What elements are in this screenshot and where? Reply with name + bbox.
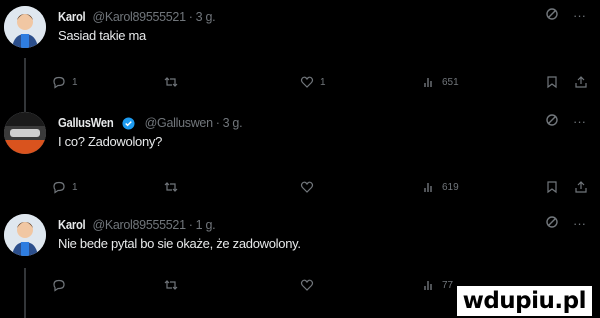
separator-dot: · <box>188 10 193 24</box>
retweet-icon <box>164 182 178 192</box>
views-button[interactable]: 77 <box>422 278 453 292</box>
tweet-top-actions: ··· <box>545 7 586 24</box>
tweet-time[interactable]: 3 g. <box>196 10 216 24</box>
like-button[interactable] <box>300 180 320 194</box>
avatar-image <box>4 112 46 154</box>
author-handle[interactable]: @Karol89555521 <box>92 10 186 24</box>
like-button[interactable]: 1 <box>300 75 326 89</box>
tweet-header: Karol @Karol89555521 · 3 g. <box>58 9 216 25</box>
author-handle[interactable]: @Galluswen <box>145 116 213 130</box>
tweet-text: I co? Zadowolony? <box>58 134 163 149</box>
reply-icon <box>53 181 65 194</box>
author-handle[interactable]: @Karol89555521 <box>92 218 186 232</box>
tweet-top-actions: ··· <box>545 215 586 232</box>
tweet-thread: Karol @Karol89555521 · 3 g. Sasiad takie… <box>0 0 600 318</box>
verified-badge-icon <box>122 116 135 130</box>
share-button[interactable] <box>574 180 588 194</box>
reply-button[interactable]: 1 <box>52 75 78 89</box>
author-name[interactable]: Karol <box>58 10 86 24</box>
like-icon <box>300 279 314 291</box>
thread-connector <box>24 58 26 116</box>
grok-icon[interactable] <box>545 113 559 130</box>
separator-dot: · <box>215 116 220 130</box>
reply-button[interactable]: 1 <box>52 180 78 194</box>
retweet-button[interactable] <box>164 180 184 194</box>
more-icon[interactable]: ··· <box>573 8 586 23</box>
views-icon <box>424 78 432 87</box>
reply-count: 1 <box>72 181 78 193</box>
bookmark-button[interactable] <box>545 180 559 194</box>
views-count: 619 <box>442 181 459 193</box>
avatar[interactable] <box>4 6 46 48</box>
share-icon <box>575 181 587 193</box>
tweet-time[interactable]: 1 g. <box>196 218 216 232</box>
author-name[interactable]: Karol <box>58 218 86 232</box>
tweet-header: Karol @Karol89555521 · 1 g. <box>58 217 216 233</box>
more-icon[interactable]: ··· <box>573 216 586 231</box>
tweet-time[interactable]: 3 g. <box>223 116 243 130</box>
reply-count: 1 <box>72 76 78 88</box>
avatar[interactable] <box>4 214 46 256</box>
views-button[interactable]: 619 <box>422 180 459 194</box>
reply-icon <box>53 279 65 292</box>
bookmark-icon <box>547 181 557 194</box>
thread-connector <box>24 268 26 318</box>
avatar-image <box>4 6 46 48</box>
retweet-button[interactable] <box>164 278 184 292</box>
like-icon <box>300 76 314 88</box>
retweet-icon <box>164 77 178 87</box>
reply-icon <box>53 76 65 89</box>
site-watermark: wdupiu.pl <box>456 286 592 316</box>
separator-dot: · <box>188 218 193 232</box>
author-name[interactable]: GallusWen <box>58 116 114 130</box>
action-bar: 1 619 <box>52 180 590 198</box>
avatar-image <box>4 214 46 256</box>
tweet-top-actions: ··· <box>545 113 586 130</box>
more-icon[interactable]: ··· <box>573 114 586 129</box>
bookmark-button[interactable] <box>545 75 559 89</box>
views-icon <box>424 183 432 192</box>
action-bar: 1 1 651 <box>52 75 590 93</box>
tweet-text: Nie bede pytal bo sie okaże, że zadowolo… <box>58 236 301 251</box>
like-icon <box>300 181 314 193</box>
grok-icon[interactable] <box>545 7 559 24</box>
views-icon <box>424 281 432 290</box>
grok-icon[interactable] <box>545 215 559 232</box>
like-count: 1 <box>320 76 326 88</box>
like-button[interactable] <box>300 278 320 292</box>
bookmark-icon <box>547 76 557 89</box>
views-count: 651 <box>442 76 459 88</box>
share-button[interactable] <box>574 75 588 89</box>
retweet-button[interactable] <box>164 75 184 89</box>
avatar[interactable] <box>4 112 46 154</box>
tweet-text: Sasiad takie ma <box>58 28 146 43</box>
views-button[interactable]: 651 <box>422 75 459 89</box>
reply-button[interactable] <box>52 278 72 292</box>
views-count: 77 <box>442 279 454 291</box>
retweet-icon <box>164 280 178 290</box>
share-icon <box>575 76 587 88</box>
tweet-header: GallusWen @Galluswen · 3 g. <box>58 115 243 131</box>
